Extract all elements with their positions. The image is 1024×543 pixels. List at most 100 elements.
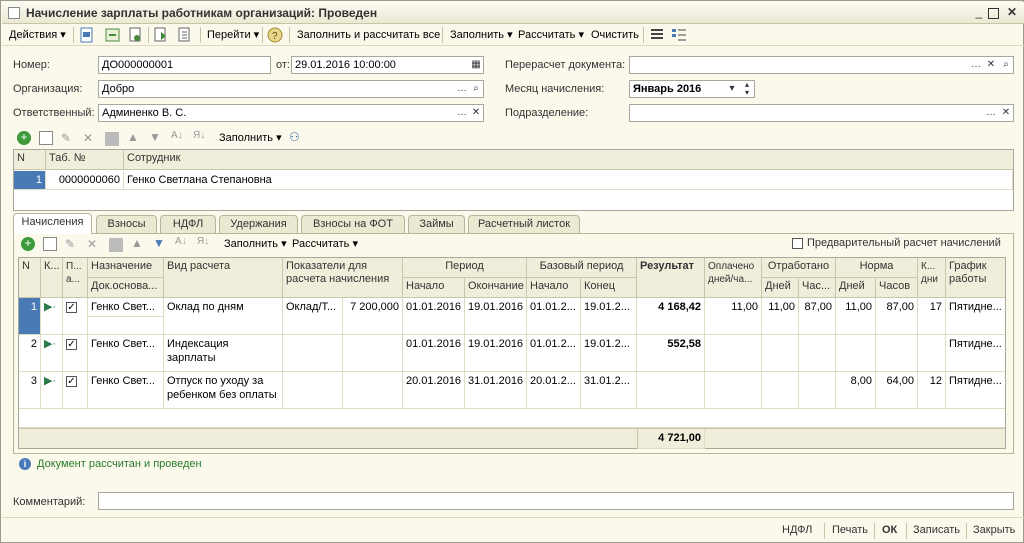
col-header-worked[interactable]: Отработано: [762, 258, 836, 278]
delete-row-icon[interactable]: ✕: [83, 131, 97, 145]
delete-row-icon[interactable]: ✕: [87, 237, 101, 251]
add-row-icon[interactable]: +: [21, 237, 35, 251]
clear-button[interactable]: Очистить: [588, 27, 642, 43]
dropdown-arrow-icon[interactable]: ▾: [725, 81, 739, 97]
help-icon[interactable]: ?: [266, 26, 284, 44]
resp-field[interactable]: Админенко В. С.: [98, 104, 484, 122]
col-header-kdays[interactable]: К... дни: [918, 258, 946, 298]
select-dots-icon[interactable]: …: [455, 105, 469, 121]
clear-x-icon[interactable]: ✕: [999, 105, 1013, 121]
col-header-base-period[interactable]: Базовый период: [527, 258, 637, 278]
sort-asc-icon[interactable]: A↓: [171, 130, 185, 144]
fill-menu[interactable]: Заполнить ▾: [447, 27, 516, 43]
goto-menu[interactable]: Перейти ▾: [204, 27, 262, 43]
edit-row-icon[interactable]: ✎: [61, 131, 75, 145]
move-up-icon[interactable]: ▲: [127, 130, 141, 144]
col-header-end[interactable]: Окончание: [465, 278, 527, 298]
select-dots-icon[interactable]: …: [455, 81, 469, 97]
calendar-icon[interactable]: ▦: [469, 57, 483, 73]
move-up-icon[interactable]: ▲: [131, 236, 145, 250]
copy-row-icon[interactable]: [39, 131, 53, 145]
col-header-indicators[interactable]: Показатели для расчета начисления: [283, 258, 403, 298]
end-edit-icon[interactable]: [105, 132, 119, 146]
col-header-base-end[interactable]: Конец: [581, 278, 637, 298]
table-row[interactable]: 1 0000000060 Генко Светлана Степановна: [14, 171, 1013, 190]
tab-payslip[interactable]: Расчетный листок: [468, 215, 580, 233]
move-down-icon[interactable]: ▼: [149, 130, 163, 144]
col-header-n[interactable]: N: [14, 150, 46, 170]
col-header-start[interactable]: Начало: [403, 278, 465, 298]
actions-menu[interactable]: Действия ▾: [6, 27, 69, 43]
copy-row-icon[interactable]: [43, 237, 57, 251]
table-row[interactable]: 1 ▶· ✓ Генко Свет... Оклад по дням Оклад…: [19, 298, 1005, 335]
col-header-p[interactable]: П... а...: [63, 258, 88, 298]
calculate-menu[interactable]: Рассчитать ▾: [515, 27, 587, 43]
tab-fot[interactable]: Взносы на ФОТ: [301, 215, 405, 233]
accruals-calc-menu[interactable]: Рассчитать ▾: [289, 236, 361, 252]
move-down-icon[interactable]: ▼: [153, 236, 167, 250]
org-field[interactable]: Добро: [98, 80, 484, 98]
copy-doc-icon[interactable]: [126, 26, 144, 44]
sort-desc-icon[interactable]: Я↓: [197, 236, 211, 250]
col-header-base-start[interactable]: Начало: [527, 278, 581, 298]
search-icon[interactable]: ⌕: [999, 57, 1013, 73]
employees-fill-menu[interactable]: Заполнить ▾: [216, 130, 285, 146]
ndfl-button[interactable]: НДФЛ: [782, 524, 812, 536]
accruals-fill-menu[interactable]: Заполнить ▾: [221, 236, 290, 252]
recalc-field[interactable]: [629, 56, 1014, 74]
tab-ndfl[interactable]: НДФЛ: [160, 215, 216, 233]
date-field[interactable]: 29.01.2016 10:00:00: [291, 56, 484, 74]
prelim-checkbox[interactable]: [792, 238, 803, 249]
number-field[interactable]: ДО000000001: [98, 56, 271, 74]
col-header-norm-days[interactable]: Дней: [836, 278, 876, 298]
col-header-norm[interactable]: Норма: [836, 258, 918, 278]
tab-contributions[interactable]: Взносы: [96, 215, 157, 233]
col-header-period[interactable]: Период: [403, 258, 527, 278]
col-header-purpose[interactable]: Назначение: [88, 258, 164, 278]
col-header-tab[interactable]: Таб. №: [46, 150, 124, 170]
structure-icon[interactable]: [152, 26, 170, 44]
col-header-worked-days[interactable]: Дней: [762, 278, 799, 298]
row-checkbox[interactable]: ✓: [66, 339, 77, 350]
edit-row-icon[interactable]: ✎: [65, 237, 79, 251]
close-icon[interactable]: ✕: [1005, 6, 1019, 20]
col-header-result[interactable]: Результат: [637, 258, 705, 298]
select-dots-icon[interactable]: …: [984, 105, 998, 121]
clear-x-icon[interactable]: ✕: [984, 57, 998, 73]
minimize-icon[interactable]: _: [972, 6, 986, 20]
save-button[interactable]: Записать: [913, 524, 960, 536]
col-header-paid[interactable]: Оплачено дней/ча...: [705, 258, 762, 298]
tab-accruals[interactable]: Начисления: [13, 213, 92, 234]
maximize-icon[interactable]: [988, 8, 999, 19]
close-button[interactable]: Закрыть: [973, 524, 1015, 536]
col-header-doc[interactable]: Док.основа...: [88, 278, 164, 298]
col-header-norm-hours[interactable]: Часов: [876, 278, 918, 298]
table-row[interactable]: 2 ▶· ✓ Генко Свет... Индексация зарплаты…: [19, 335, 1005, 372]
col-header-type[interactable]: Вид расчета: [164, 258, 283, 298]
tab-deductions[interactable]: Удержания: [219, 215, 298, 233]
clear-x-icon[interactable]: ✕: [469, 105, 483, 121]
fill-calc-all-button[interactable]: Заполнить и рассчитать все: [294, 27, 443, 43]
select-dots-icon[interactable]: …: [969, 57, 983, 73]
settings-list-icon[interactable]: [670, 26, 688, 44]
spin-icon[interactable]: ▴ ▾: [740, 81, 754, 97]
col-header-schedule[interactable]: График работы: [946, 258, 1005, 298]
row-checkbox[interactable]: ✓: [66, 376, 77, 387]
add-row-icon[interactable]: +: [17, 131, 31, 145]
col-header-n[interactable]: N: [19, 258, 41, 298]
list-icon[interactable]: [648, 26, 666, 44]
employee-search-icon[interactable]: ⚇: [289, 130, 303, 144]
end-edit-icon[interactable]: [109, 238, 123, 252]
col-header-worked-hours[interactable]: Час...: [799, 278, 836, 298]
sort-desc-icon[interactable]: Я↓: [193, 130, 207, 144]
print-button[interactable]: Печать: [832, 524, 868, 536]
ok-button[interactable]: ОК: [882, 524, 897, 536]
search-icon[interactable]: ⌕: [469, 81, 483, 97]
post-doc-icon[interactable]: [78, 26, 96, 44]
table-row[interactable]: 3 ▶· ✓ Генко Свет... Отпуск по уходу за …: [19, 372, 1005, 409]
dept-field[interactable]: [629, 104, 1014, 122]
col-header-employee[interactable]: Сотрудник: [124, 150, 1013, 170]
sort-asc-icon[interactable]: A↓: [175, 236, 189, 250]
write-doc-icon[interactable]: [104, 26, 122, 44]
tab-loans[interactable]: Займы: [408, 215, 465, 233]
